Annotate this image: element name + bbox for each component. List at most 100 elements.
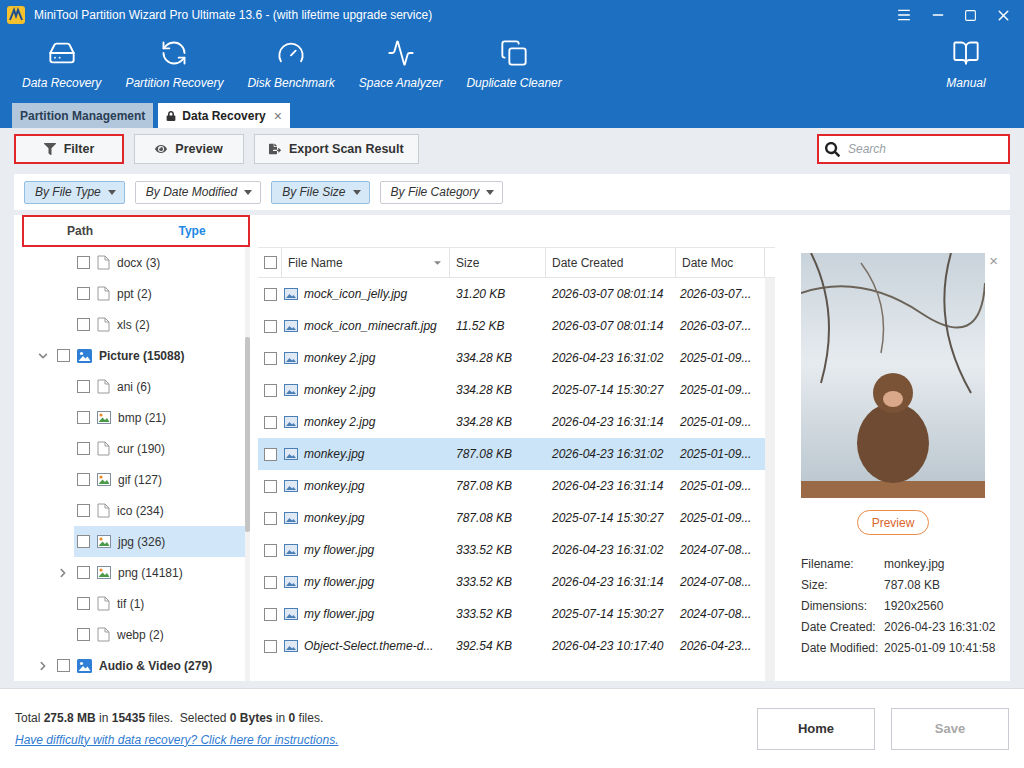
filter-dropdown[interactable]: By File Type — [24, 181, 125, 204]
minimize-icon[interactable] — [930, 7, 946, 23]
toolbar-button[interactable]: Partition Recovery — [117, 30, 231, 99]
window-controls — [896, 7, 1012, 24]
column-header[interactable]: File Name — [282, 248, 450, 277]
tree-item-body[interactable]: Picture (15088) — [54, 340, 245, 371]
column-header[interactable]: Date Created — [546, 248, 676, 277]
tree-item-body[interactable]: webp (2) — [74, 619, 245, 650]
tool-icon — [500, 39, 528, 67]
column-header[interactable]: Size — [450, 248, 546, 277]
filter-dropdown[interactable]: By File Category — [380, 181, 504, 204]
scroll-thumb[interactable] — [245, 337, 250, 532]
close-icon[interactable] — [995, 7, 1012, 24]
tree-item-body[interactable]: tif (1) — [74, 588, 245, 619]
help-link[interactable]: Have difficulty with data recovery? Clic… — [15, 733, 338, 747]
tab-close[interactable]: × — [274, 108, 282, 124]
checkbox[interactable] — [77, 566, 90, 579]
action-button[interactable]: Preview — [134, 134, 244, 164]
table-row[interactable]: my flower.jpg333.52 KB2026-04-23 16:31:1… — [258, 566, 765, 598]
checkbox[interactable] — [264, 576, 277, 589]
tree-item-body[interactable]: xls (2) — [74, 309, 245, 340]
toolbar-button[interactable]: Space Analyzer — [351, 30, 451, 99]
checkbox[interactable] — [57, 349, 70, 362]
checkbox[interactable] — [57, 659, 70, 672]
preview-close[interactable]: × — [989, 253, 998, 268]
checkbox[interactable] — [264, 512, 277, 525]
tree-item-body[interactable]: gif (127) — [74, 464, 245, 495]
table-row[interactable]: monkey.jpg787.08 KB2025-07-14 15:30:2720… — [258, 502, 765, 534]
checkbox[interactable] — [264, 640, 277, 653]
tree-item-body[interactable]: docx (3) — [74, 247, 245, 278]
tree-item-body[interactable]: ppt (2) — [74, 278, 245, 309]
checkbox[interactable] — [264, 448, 277, 461]
table-row[interactable]: monkey 2.jpg334.28 KB2026-04-23 16:31:02… — [258, 342, 765, 374]
checkbox[interactable] — [264, 416, 277, 429]
table-row[interactable]: mock_icon_minecraft.jpg11.52 KB2026-03-0… — [258, 310, 765, 342]
checkbox[interactable] — [264, 288, 277, 301]
checkbox[interactable] — [77, 504, 90, 517]
checkbox[interactable] — [77, 597, 90, 610]
checkbox[interactable] — [264, 352, 277, 365]
menu-icon[interactable] — [896, 7, 912, 23]
tree-item-body[interactable]: ani (6) — [74, 371, 245, 402]
view-tab[interactable]: Type — [136, 217, 248, 245]
toolbar-button[interactable]: Duplicate Cleaner — [458, 30, 569, 99]
tree-item-body[interactable]: bmp (21) — [74, 402, 245, 433]
checkbox[interactable] — [77, 256, 90, 269]
checkbox[interactable] — [77, 318, 90, 331]
table-row[interactable]: mock_icon_jelly.jpg31.20 KB2026-03-07 08… — [258, 278, 765, 310]
checkbox[interactable] — [77, 628, 90, 641]
restore-icon[interactable] — [964, 9, 977, 22]
table-row[interactable]: my flower.jpg333.52 KB2026-04-23 16:31:0… — [258, 534, 765, 566]
tab[interactable]: Partition Management — [12, 103, 153, 128]
expander[interactable] — [36, 349, 50, 363]
checkbox[interactable] — [77, 411, 90, 424]
table-scrollbar[interactable] — [765, 278, 775, 681]
table-row[interactable]: monkey 2.jpg334.28 KB2026-04-23 16:31:14… — [258, 406, 765, 438]
tree-item: ppt (2) — [14, 278, 245, 309]
table-row[interactable]: monkey 2.jpg334.28 KB2025-07-14 15:30:27… — [258, 374, 765, 406]
view-tabs: PathType — [22, 215, 250, 247]
table-row[interactable]: monkey.jpg787.08 KB2026-04-23 16:31:1420… — [258, 470, 765, 502]
action-button[interactable]: Filter — [14, 134, 124, 164]
checkbox[interactable] — [264, 256, 277, 269]
expander[interactable] — [36, 659, 50, 673]
tree-item-body[interactable]: cur (190) — [74, 433, 245, 464]
column-header[interactable]: Date Moc — [676, 248, 765, 277]
toolbar-button[interactable]: Disk Benchmark — [239, 30, 342, 99]
table-row[interactable]: my flower.jpg333.52 KB2025-07-14 15:30:2… — [258, 598, 765, 630]
checkbox[interactable] — [264, 544, 277, 557]
image-type-icon — [97, 535, 111, 548]
table-row[interactable]: Object-Select.theme-d...392.54 KB2026-04… — [258, 630, 765, 662]
file-name-cell: my flower.jpg — [282, 543, 450, 557]
checkbox[interactable] — [77, 287, 90, 300]
view-tab[interactable]: Path — [24, 217, 136, 245]
action-button[interactable]: Export Scan Result — [254, 134, 419, 164]
tree-item-body[interactable]: Audio & Video (279) — [54, 650, 245, 681]
table-row[interactable]: monkey.jpg787.08 KB2026-04-23 16:31:0220… — [258, 438, 765, 470]
checkbox[interactable] — [264, 608, 277, 621]
tree-item: jpg (326) — [14, 526, 245, 557]
bottom-button[interactable]: Home — [757, 708, 875, 750]
tree-item-body[interactable]: png (14181) — [74, 557, 245, 588]
filter-dropdown[interactable]: By File Size — [271, 181, 369, 204]
checkbox[interactable] — [264, 384, 277, 397]
tab[interactable]: Data Recovery× — [158, 103, 290, 128]
tree-item-body[interactable]: jpg (326) — [74, 526, 245, 557]
filter-dropdown[interactable]: By Date Modified — [135, 181, 261, 204]
checkbox[interactable] — [77, 473, 90, 486]
checkbox[interactable] — [77, 535, 90, 548]
toolbar-button[interactable]: Data Recovery — [14, 30, 109, 99]
checkbox[interactable] — [264, 480, 277, 493]
checkbox[interactable] — [77, 380, 90, 393]
checkbox[interactable] — [264, 320, 277, 333]
preview-button[interactable]: Preview — [857, 510, 930, 535]
tree-scrollbar[interactable] — [245, 247, 250, 681]
manual-button[interactable]: Manual — [922, 30, 1010, 99]
tree-item-body[interactable]: ico (234) — [74, 495, 245, 526]
search-input[interactable] — [846, 141, 1002, 157]
checkbox[interactable] — [77, 442, 90, 455]
expander[interactable] — [56, 566, 70, 580]
header-check[interactable] — [258, 248, 282, 277]
